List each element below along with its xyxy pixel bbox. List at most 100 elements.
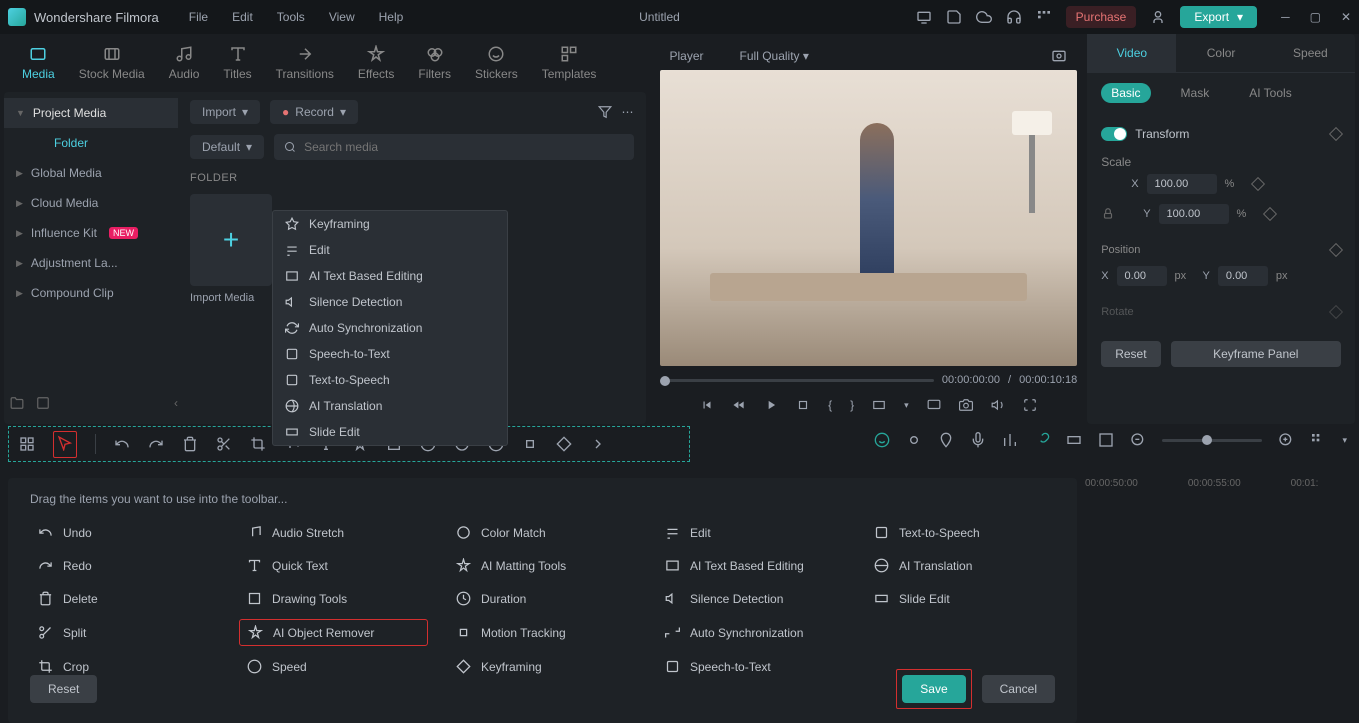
subtab-basic[interactable]: Basic <box>1101 83 1150 103</box>
cust-item-edit[interactable]: Edit <box>657 520 846 545</box>
layers-icon[interactable] <box>1098 432 1114 448</box>
import-media-card[interactable]: + <box>190 194 272 286</box>
cust-item-auto-synchronization[interactable]: Auto Synchronization <box>657 619 846 646</box>
keyframe-diamond-icon[interactable] <box>1250 177 1264 191</box>
device-icon[interactable] <box>916 9 932 25</box>
menu-help[interactable]: Help <box>379 10 404 24</box>
ctx-slide-edit[interactable]: Slide Edit <box>273 419 507 445</box>
snapshot-icon[interactable] <box>1051 48 1067 64</box>
ctx-text-to-speech[interactable]: Text-to-Speech <box>273 367 507 393</box>
cust-item-delete[interactable]: Delete <box>30 586 219 611</box>
cust-item-audio-stretch[interactable]: Audio Stretch <box>239 520 428 545</box>
sort-default-dropdown[interactable]: Default▾ <box>190 135 264 159</box>
cust-item-drawing-tools[interactable]: Drawing Tools <box>239 586 428 611</box>
cust-item-motion-tracking[interactable]: Motion Tracking <box>448 619 637 646</box>
ctx-auto-sync[interactable]: Auto Synchronization <box>273 315 507 341</box>
more-tools-icon[interactable] <box>590 436 606 452</box>
save-icon[interactable] <box>946 9 962 25</box>
tab-video[interactable]: Video <box>1087 34 1176 72</box>
tab-templates[interactable]: Templates <box>530 39 609 87</box>
menu-view[interactable]: View <box>329 10 355 24</box>
cloud-icon[interactable] <box>976 9 992 25</box>
keyframe-panel-button[interactable]: Keyframe Panel <box>1171 341 1341 367</box>
marker-icon[interactable] <box>938 432 954 448</box>
zoom-slider[interactable] <box>1162 439 1262 442</box>
subtab-ai-tools[interactable]: AI Tools <box>1239 83 1301 103</box>
cust-item-ai-object-remover[interactable]: AI Object Remover <box>239 619 428 646</box>
stop-icon[interactable] <box>796 398 810 412</box>
fullscreen-icon[interactable] <box>1023 398 1037 412</box>
crop-icon[interactable] <box>250 436 266 452</box>
scale-y-input[interactable]: 100.00 <box>1159 204 1229 224</box>
cust-item-color-match[interactable]: Color Match <box>448 520 637 545</box>
camera-icon[interactable] <box>959 398 973 412</box>
tab-filters[interactable]: Filters <box>406 39 463 87</box>
filter-icon[interactable] <box>598 105 612 119</box>
zoom-in-icon[interactable] <box>1278 432 1294 448</box>
tab-audio[interactable]: Audio <box>157 39 212 87</box>
new-folder-icon[interactable] <box>10 396 24 410</box>
undo-icon[interactable] <box>114 436 130 452</box>
customize-save-button[interactable]: Save <box>902 675 965 703</box>
close-button[interactable]: ✕ <box>1341 10 1351 24</box>
grid-icon[interactable] <box>19 436 35 452</box>
scale-x-input[interactable]: 100.00 <box>1147 174 1217 194</box>
tab-media[interactable]: Media <box>10 39 67 87</box>
tab-stickers[interactable]: Stickers <box>463 39 530 87</box>
tab-stock-media[interactable]: Stock Media <box>67 39 157 87</box>
cust-item-ai-matting-tools[interactable]: AI Matting Tools <box>448 553 637 578</box>
playback-scrubber[interactable] <box>660 379 934 382</box>
minimize-button[interactable]: ─ <box>1281 10 1290 24</box>
mic-icon[interactable] <box>970 432 986 448</box>
tab-speed[interactable]: Speed <box>1266 34 1355 72</box>
customize-cancel-button[interactable]: Cancel <box>982 675 1055 703</box>
chevron-down-icon[interactable]: ▾ <box>904 400 909 411</box>
cust-item-duration[interactable]: Duration <box>448 586 637 611</box>
quality-dropdown[interactable]: Full Quality ▾ <box>740 49 809 63</box>
sidebar-item-global-media[interactable]: ▶Global Media <box>4 158 178 188</box>
tab-effects[interactable]: Effects <box>346 39 406 87</box>
transform-toggle[interactable] <box>1101 127 1127 141</box>
sidebar-item-folder[interactable]: Folder <box>4 128 178 158</box>
ctx-speech-to-text[interactable]: Speech-to-Text <box>273 341 507 367</box>
collapse-sidebar-icon[interactable]: ‹ <box>174 396 178 410</box>
keyframing-tb-icon[interactable] <box>556 436 572 452</box>
tab-titles[interactable]: Titles <box>211 39 263 87</box>
subtab-mask[interactable]: Mask <box>1171 83 1220 103</box>
redo-icon[interactable] <box>148 436 164 452</box>
cust-item-split[interactable]: Split <box>30 619 219 646</box>
ctx-edit[interactable]: Edit <box>273 237 507 263</box>
video-preview[interactable] <box>660 70 1078 366</box>
keyframe-diamond-icon[interactable] <box>1329 305 1343 319</box>
sidebar-item-adjustment-layer[interactable]: ▶Adjustment La... <box>4 248 178 278</box>
ctx-silence-detection[interactable]: Silence Detection <box>273 289 507 315</box>
keyframe-diamond-icon[interactable] <box>1329 127 1343 141</box>
cursor-icon[interactable] <box>57 435 73 451</box>
aspect-icon[interactable] <box>872 398 886 412</box>
inspector-reset-button[interactable]: Reset <box>1101 341 1160 367</box>
pos-x-input[interactable]: 0.00 <box>1117 266 1167 286</box>
search-media-input[interactable] <box>274 134 633 160</box>
brightness-icon[interactable] <box>906 432 922 448</box>
audio-mixer-icon[interactable] <box>1002 432 1018 448</box>
tab-color[interactable]: Color <box>1176 34 1265 72</box>
menu-tools[interactable]: Tools <box>277 10 305 24</box>
keyframe-diamond-icon[interactable] <box>1329 243 1343 257</box>
ctx-keyframing[interactable]: Keyframing <box>273 211 507 237</box>
chevron-down-icon[interactable]: ▾ <box>1342 435 1347 446</box>
headphones-icon[interactable] <box>1006 9 1022 25</box>
display-icon[interactable] <box>927 398 941 412</box>
ctx-ai-text-editing[interactable]: AI Text Based Editing <box>273 263 507 289</box>
menu-file[interactable]: File <box>189 10 208 24</box>
cust-item-ai-text-based-editing[interactable]: AI Text Based Editing <box>657 553 846 578</box>
purchase-button[interactable]: Purchase <box>1066 6 1137 28</box>
cust-item-redo[interactable]: Redo <box>30 553 219 578</box>
sidebar-item-compound-clip[interactable]: ▶Compound Clip <box>4 278 178 308</box>
menu-edit[interactable]: Edit <box>232 10 253 24</box>
group-icon[interactable] <box>1066 432 1082 448</box>
link-clips-icon[interactable] <box>1034 432 1050 448</box>
search-field[interactable] <box>304 140 623 154</box>
volume-icon[interactable] <box>991 398 1005 412</box>
prev-frame-icon[interactable] <box>700 398 714 412</box>
cust-item-silence-detection[interactable]: Silence Detection <box>657 586 846 611</box>
